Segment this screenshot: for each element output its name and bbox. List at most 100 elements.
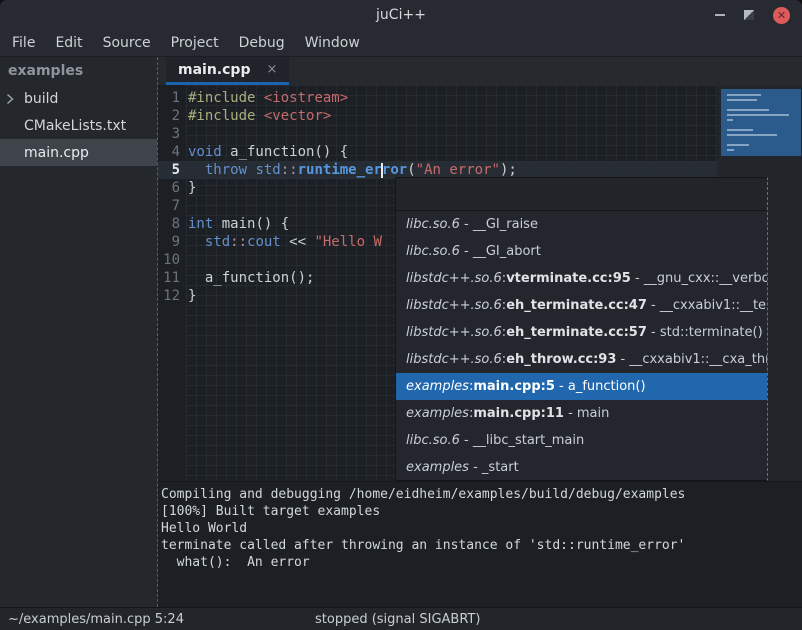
backtrace-item[interactable]: libstdc++.so.6:eh_terminate.cc:47 - __cx… (396, 292, 767, 319)
code-token: std (255, 162, 280, 178)
line-number: 5 (158, 161, 180, 179)
code-token: ( (407, 162, 415, 178)
backtrace-item[interactable]: libstdc++.so.6:eh_terminate.cc:57 - std:… (396, 319, 767, 346)
menu-bar: File Edit Source Project Debug Window (0, 30, 802, 57)
code-token: } (188, 288, 196, 304)
window-controls: ✕ (715, 0, 790, 30)
frame-function: - _start (469, 460, 519, 475)
menu-item-source[interactable]: Source (101, 33, 153, 53)
code-token: "An error" (416, 162, 500, 178)
minimap-slider[interactable] (721, 89, 801, 156)
tab-close-icon[interactable]: × (266, 62, 277, 77)
frame-location: main.cpp:11 (473, 406, 564, 421)
frame-library: examples (406, 406, 469, 421)
frame-library: libstdc++.so.6 (406, 271, 502, 286)
code-token: :: (281, 162, 298, 178)
file-tree: build CMakeLists.txt main.cpp (0, 85, 157, 166)
backtrace-item[interactable]: libc.so.6 - __GI_abort (396, 238, 767, 265)
minimap-code-line (727, 134, 777, 136)
frame-location: eh_throw.cc:93 (506, 352, 616, 367)
code-token: throw (205, 162, 247, 178)
terminal-output[interactable]: Compiling and debugging /home/eidheim/ex… (158, 481, 802, 607)
code-token: :: (230, 234, 247, 250)
minimap-code-line (727, 99, 757, 101)
backtrace-item[interactable]: examples:main.cpp:5 - a_function() (396, 373, 767, 400)
frame-function: - __GI_raise (460, 217, 538, 232)
frame-function: - __gnu_cxx::__verbos (631, 271, 767, 286)
sidebar-item-build[interactable]: build (0, 85, 157, 112)
frame-library: examples (406, 460, 469, 475)
code-line[interactable]: #include <iostream> (188, 89, 718, 107)
code-line[interactable] (188, 125, 718, 143)
minimap-code-line (727, 144, 749, 146)
status-file-location: ~/examples/main.cpp 5:24 (0, 612, 184, 627)
frame-function: - std::terminate() (647, 325, 763, 340)
chevron-right-icon[interactable] (6, 93, 24, 105)
code-token: ror (382, 162, 407, 178)
code-line[interactable]: void a_function() { (188, 143, 718, 161)
terminal-line: Compiling and debugging /home/eidheim/ex… (161, 486, 800, 503)
frame-library: libc.so.6 (406, 217, 460, 232)
line-number: 8 (158, 215, 180, 233)
frame-function: - __cxxabiv1::__cxa_thro (616, 352, 767, 367)
menu-item-file[interactable]: File (10, 33, 37, 53)
frame-library: libc.so.6 (406, 244, 460, 259)
menu-item-project[interactable]: Project (169, 33, 221, 53)
frame-function: - __libc_start_main (460, 433, 584, 448)
frame-library: libstdc++.so.6 (406, 298, 502, 313)
code-token: #include (188, 90, 255, 106)
backtrace-item[interactable]: libstdc++.so.6:eh_throw.cc:93 - __cxxabi… (396, 346, 767, 373)
line-number: 1 (158, 89, 180, 107)
tab-bar: main.cpp × (158, 57, 802, 85)
backtrace-item[interactable]: libc.so.6 - __libc_start_main (396, 427, 767, 454)
restore-icon[interactable] (744, 10, 754, 20)
minimap-code-line (727, 94, 761, 96)
backtrace-item[interactable]: libstdc++.so.6:vterminate.cc:95 - __gnu_… (396, 265, 767, 292)
menu-item-edit[interactable]: Edit (53, 33, 84, 53)
sidebar-item-main-cpp[interactable]: main.cpp (0, 139, 157, 166)
minimap-code-line (727, 129, 753, 131)
backtrace-filter-entry[interactable] (396, 178, 767, 211)
frame-library: libstdc++.so.6 (406, 352, 502, 367)
sidebar-item-label: main.cpp (24, 145, 89, 161)
close-icon[interactable]: ✕ (773, 7, 790, 24)
code-token: int (188, 216, 213, 232)
line-number-gutter: 123456789101112 (158, 85, 186, 481)
tab-main-cpp[interactable]: main.cpp × (166, 57, 289, 85)
frame-function: - __GI_abort (460, 244, 541, 259)
frame-function: - main (564, 406, 609, 421)
frame-location: vterminate.cc:95 (506, 271, 631, 286)
window-title: juCi++ (376, 7, 426, 23)
code-token: } (188, 180, 196, 196)
terminal-line: what(): An error (161, 554, 800, 571)
line-number: 11 (158, 269, 180, 287)
backtrace-list: libc.so.6 - __GI_raiselibc.so.6 - __GI_a… (396, 211, 767, 480)
minimap-code-line (727, 109, 769, 111)
project-name: examples (0, 57, 157, 85)
backtrace-item[interactable]: examples:main.cpp:11 - main (396, 400, 767, 427)
frame-library: libc.so.6 (406, 433, 460, 448)
code-token: "Hello W (314, 234, 381, 250)
code-token: <iostream> (264, 90, 348, 106)
code-line[interactable]: #include <vector> (188, 107, 718, 125)
sidebar-item-label: CMakeLists.txt (24, 118, 126, 134)
code-token (255, 108, 263, 124)
code-token: main() { (213, 216, 289, 232)
backtrace-item[interactable]: libc.so.6 - __GI_raise (396, 211, 767, 238)
frame-location: eh_terminate.cc:47 (506, 298, 647, 313)
terminal-line: terminate called after throwing an insta… (161, 537, 800, 554)
line-number: 9 (158, 233, 180, 251)
minimize-icon[interactable] (715, 14, 725, 16)
backtrace-item[interactable]: examples - _start (396, 454, 767, 480)
line-number: 7 (158, 197, 180, 215)
code-token (255, 90, 263, 106)
frame-library: examples (406, 379, 469, 394)
menu-item-window[interactable]: Window (303, 33, 362, 53)
app-window: juCi++ ✕ File Edit Source Project Debug Windo… (0, 0, 802, 630)
code-token: << (281, 234, 315, 250)
frame-location: main.cpp:5 (473, 379, 555, 394)
menu-item-debug[interactable]: Debug (237, 33, 287, 53)
code-token: std (205, 234, 230, 250)
sidebar-item-cmakelists-txt[interactable]: CMakeLists.txt (0, 112, 157, 139)
minimap-code-line (727, 149, 734, 151)
